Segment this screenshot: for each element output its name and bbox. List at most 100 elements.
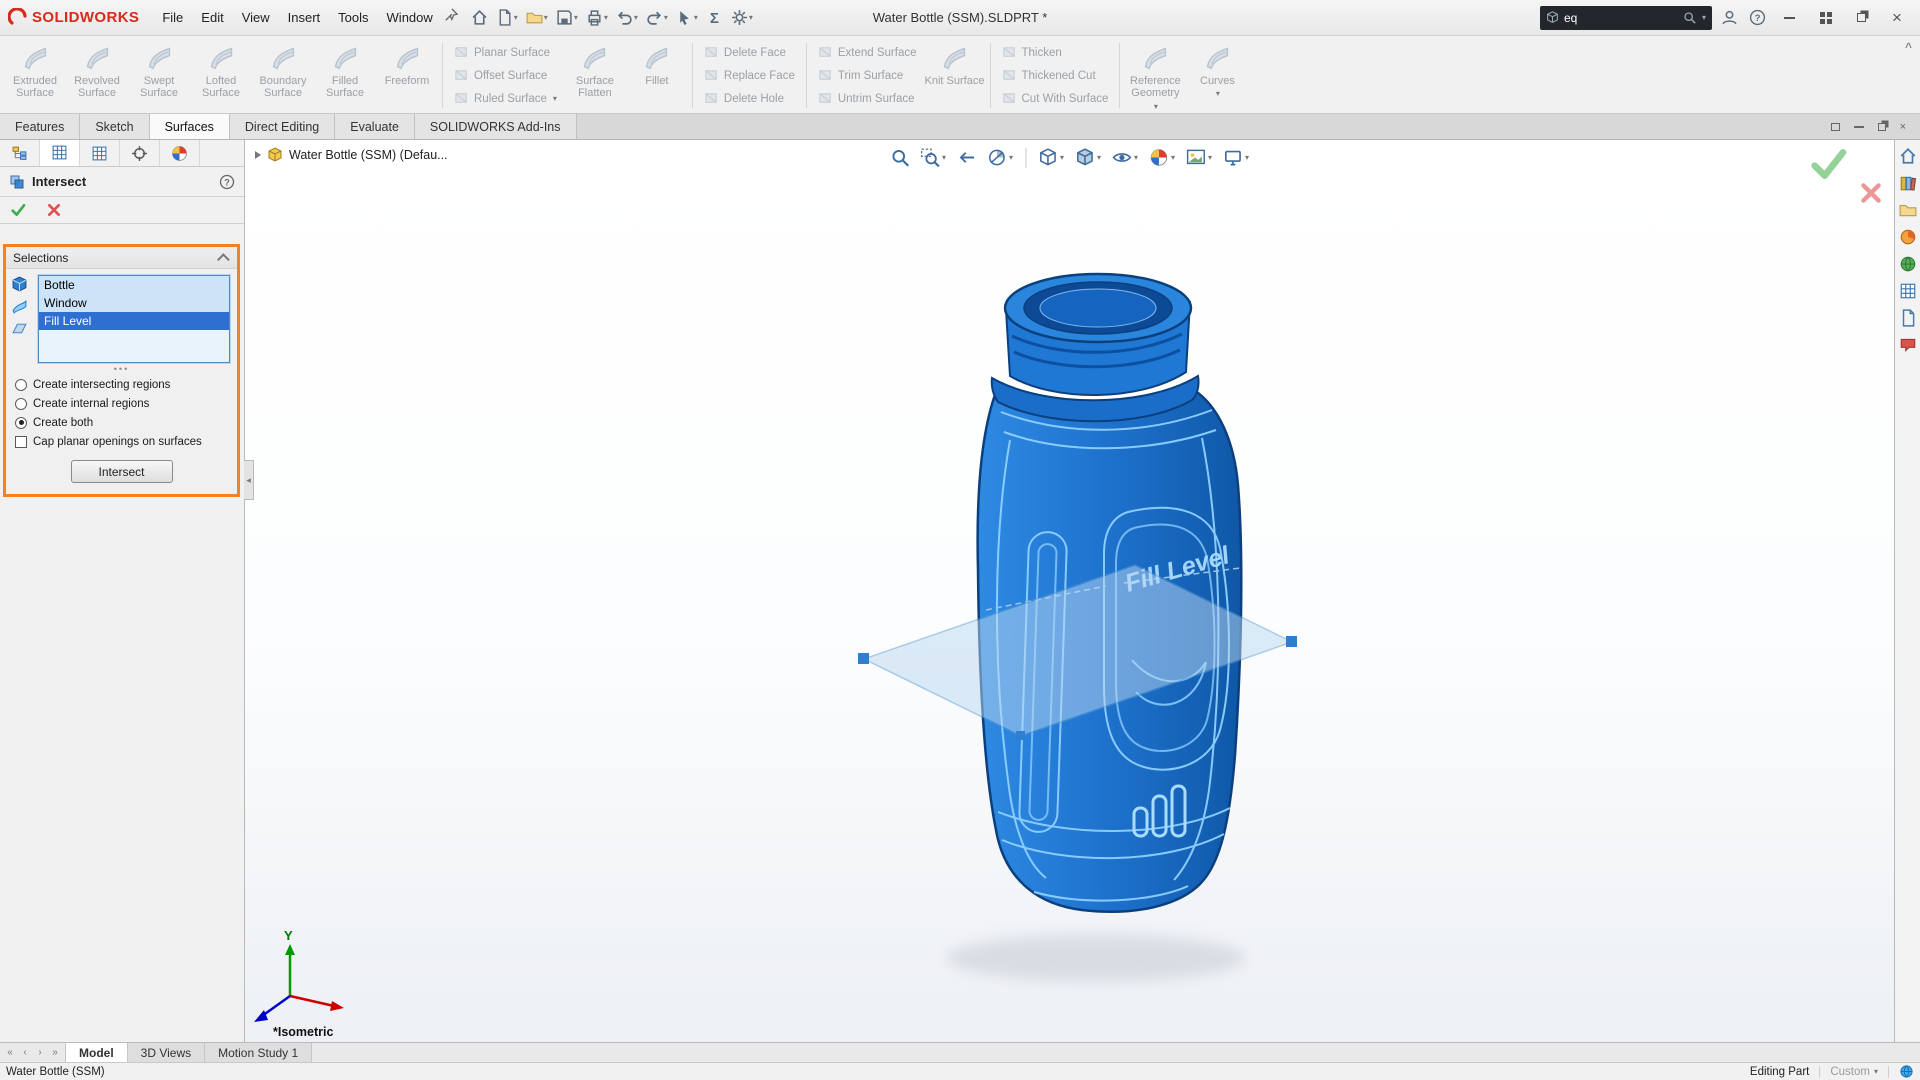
reference-geometry-button[interactable]: Reference Geometry ▾ [1124, 38, 1186, 113]
zoom-to-fit-button[interactable] [886, 145, 913, 170]
thickened-cut-button[interactable]: Thickened Cut [1002, 65, 1109, 86]
search-dropdown-icon[interactable]: ▾ [1702, 13, 1706, 22]
panel-collapse-handle[interactable]: ◂ [244, 460, 254, 500]
view-orientation-button[interactable]: ▾ [1034, 145, 1068, 170]
radio-icon-selected[interactable] [15, 416, 27, 429]
dimxpert-manager-tab[interactable] [120, 140, 160, 166]
section-view-button[interactable]: ▾ [983, 145, 1017, 170]
previous-tab-icon[interactable]: ‹ [18, 1047, 32, 1058]
delete-hole-button[interactable]: Delete Hole [704, 88, 795, 109]
trim-surface-button[interactable]: Trim Surface [818, 65, 917, 86]
menu-file[interactable]: File [153, 4, 192, 31]
next-tab-icon[interactable]: › [33, 1047, 47, 1058]
tab-solidworks-add-ins[interactable]: SOLIDWORKS Add-Ins [414, 114, 577, 139]
thicken-button[interactable]: Thicken [1002, 42, 1109, 63]
help-icon[interactable] [219, 174, 235, 190]
confirm-ok-icon[interactable] [1808, 144, 1848, 184]
menu-edit[interactable]: Edit [192, 4, 232, 31]
undo-button[interactable]: ▾ [613, 5, 641, 30]
radio-icon[interactable] [15, 378, 27, 391]
selection-item-fill-level[interactable]: Fill Level [39, 312, 229, 330]
solidworks-resources-icon[interactable] [1899, 147, 1917, 165]
tab-model[interactable]: Model [66, 1043, 128, 1062]
display-manager-tab[interactable] [160, 140, 200, 166]
status-globe-icon[interactable] [1899, 1064, 1914, 1079]
print-button[interactable]: ▾ [583, 5, 611, 30]
menu-view[interactable]: View [233, 4, 279, 31]
confirm-cancel-icon[interactable] [1858, 180, 1884, 206]
feature-tree-root[interactable]: Water Bottle (SSM) (Defau... [289, 148, 448, 162]
selection-list[interactable]: Bottle Window Fill Level [38, 275, 230, 363]
edit-appearance-button[interactable]: ▾ [1145, 145, 1179, 170]
custom-properties-icon[interactable] [1899, 282, 1917, 300]
design-library-icon[interactable] [1899, 174, 1917, 192]
radio-create-internal-regions[interactable]: Create internal regions [6, 394, 237, 413]
zoom-to-area-button[interactable]: ▾ [916, 145, 950, 170]
curves-button[interactable]: Curves ▾ [1186, 38, 1248, 113]
revolved-surface-button[interactable]: Revolved Surface [66, 38, 128, 113]
redo-button[interactable]: ▾ [643, 5, 671, 30]
ruled-surface-button[interactable]: Ruled Surface ▾ [454, 88, 557, 109]
workspace-layout-button[interactable] [1810, 5, 1840, 31]
ok-button[interactable] [10, 202, 26, 218]
view-settings-button[interactable]: ▾ [1219, 145, 1253, 170]
replace-face-button[interactable]: Replace Face [704, 65, 795, 86]
menu-window[interactable]: Window [378, 4, 442, 31]
filled-surface-button[interactable]: Filled Surface [314, 38, 376, 113]
radio-icon[interactable] [15, 397, 27, 410]
tab-sketch[interactable]: Sketch [80, 114, 150, 139]
ribbon-collapse-icon[interactable]: ^ [1905, 40, 1912, 54]
tab-motion-study-1[interactable]: Motion Study 1 [205, 1043, 313, 1062]
plane-handle-front[interactable] [1016, 731, 1025, 740]
user-forum-icon[interactable] [1899, 336, 1917, 354]
tab-direct-editing[interactable]: Direct Editing [229, 114, 336, 139]
doc-close-button[interactable]: × [1900, 121, 1906, 133]
apply-scene-button[interactable]: ▾ [1182, 145, 1216, 170]
radio-create-both[interactable]: Create both [6, 413, 237, 432]
save-button[interactable]: ▾ [553, 5, 581, 30]
property-manager-tab[interactable] [40, 140, 80, 166]
selection-item-window[interactable]: Window [39, 294, 229, 312]
tab-features[interactable]: Features [0, 114, 81, 139]
extend-surface-button[interactable]: Extend Surface [818, 42, 917, 63]
extruded-surface-button[interactable]: Extruded Surface [4, 38, 66, 113]
pack-and-go-icon[interactable] [1899, 309, 1917, 327]
untrim-surface-button[interactable]: Untrim Surface [818, 88, 917, 109]
doc-minimize-button[interactable] [1853, 125, 1864, 128]
menu-insert[interactable]: Insert [279, 4, 330, 31]
options-button[interactable]: ▾ [728, 5, 756, 30]
home-button[interactable] [468, 5, 491, 30]
display-style-button[interactable]: ▾ [1071, 145, 1105, 170]
intersect-button[interactable]: Intersect [70, 460, 173, 483]
equations-button[interactable] [703, 5, 726, 30]
expand-tree-icon[interactable] [255, 151, 261, 159]
search-input[interactable] [1564, 10, 1678, 25]
fillet-button[interactable]: Fillet [626, 38, 688, 113]
model-scene[interactable]: Fill Level Y [245, 140, 1894, 1042]
plane-handle-left[interactable] [858, 653, 869, 664]
feature-manager-tab[interactable] [0, 140, 40, 166]
units-dropdown[interactable]: Custom ▾ [1830, 1066, 1878, 1078]
help-icon[interactable] [1746, 7, 1768, 29]
swept-surface-button[interactable]: Swept Surface [128, 38, 190, 113]
lofted-surface-button[interactable]: Lofted Surface [190, 38, 252, 113]
checkbox-cap-planar-openings[interactable]: Cap planar openings on surfaces [6, 432, 237, 451]
menu-tools[interactable]: Tools [329, 4, 377, 31]
tab-surfaces[interactable]: Surfaces [149, 114, 230, 139]
previous-view-button[interactable] [953, 145, 980, 170]
select-tool-button[interactable]: ▾ [673, 5, 701, 30]
hide-show-items-button[interactable]: ▾ [1108, 145, 1142, 170]
minimize-button[interactable] [1774, 5, 1804, 31]
user-account-icon[interactable] [1718, 7, 1740, 29]
open-document-button[interactable]: ▾ [523, 5, 551, 30]
configuration-manager-tab[interactable] [80, 140, 120, 166]
view-palette-icon[interactable] [1899, 228, 1917, 246]
freeform-button[interactable]: Freeform [376, 38, 438, 113]
doc-dock-button[interactable] [1830, 122, 1840, 131]
surface-flatten-button[interactable]: Surface Flatten [564, 38, 626, 113]
cut-with-surface-button[interactable]: Cut With Surface [1002, 88, 1108, 109]
checkbox-icon[interactable] [15, 435, 27, 448]
search-icon[interactable] [1683, 11, 1696, 24]
file-explorer-icon[interactable] [1899, 201, 1917, 219]
restore-button[interactable] [1846, 5, 1876, 31]
